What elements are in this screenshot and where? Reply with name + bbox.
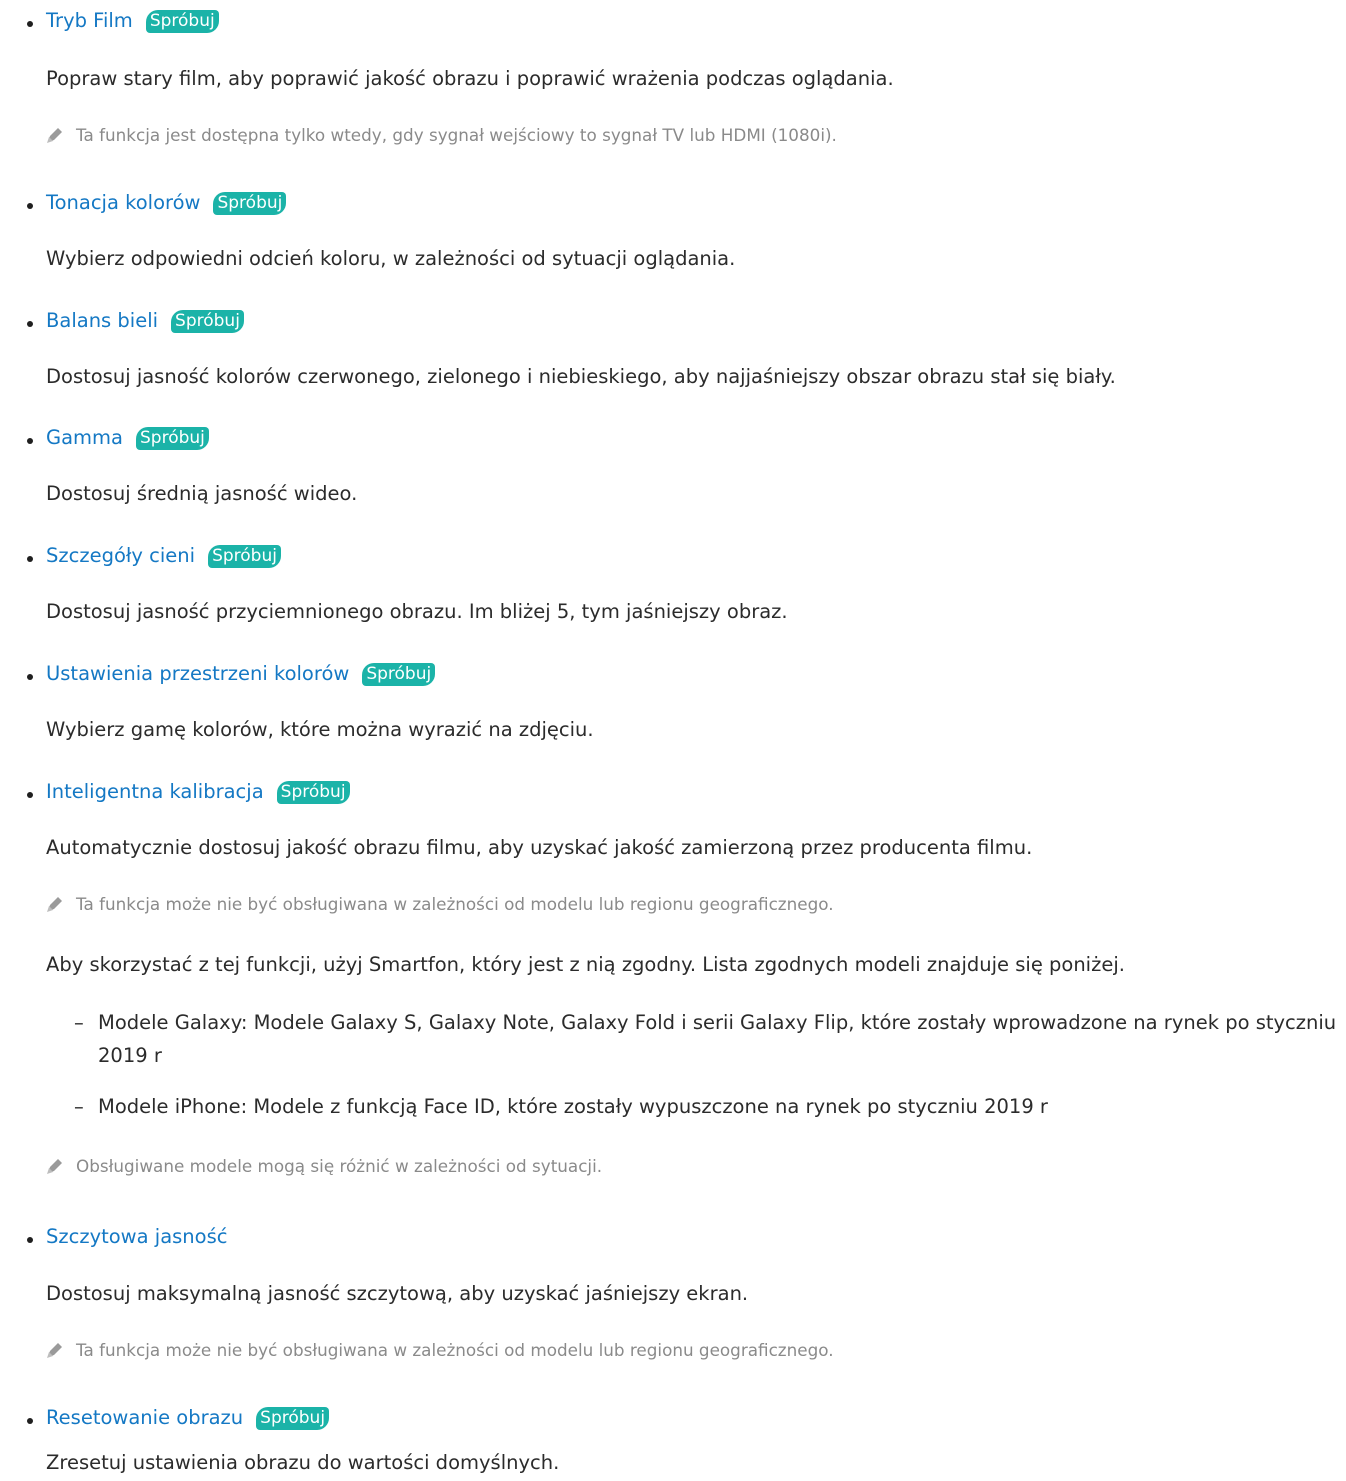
item-title-gamma[interactable]: Gamma Spróbuj xyxy=(46,425,209,451)
item-title-text: Balans bieli xyxy=(46,309,159,332)
item-title-text: Resetowanie obrazu xyxy=(46,1406,244,1429)
try-button[interactable]: Spróbuj xyxy=(171,309,244,333)
item-title-inteligentna-kalibracja[interactable]: Inteligentna kalibracja Spróbuj xyxy=(46,779,350,805)
item-description: Popraw stary film, aby poprawić jakość o… xyxy=(46,67,894,90)
item-title-text: Tryb Film xyxy=(46,9,133,32)
item-description: Dostosuj maksymalną jasność szczytową, a… xyxy=(46,1282,749,1305)
note: Ta funkcja jest dostępna tylko wtedy, gd… xyxy=(46,124,837,146)
bullet xyxy=(27,556,33,562)
note-text: Obsługiwane modele mogą się różnić w zal… xyxy=(76,1156,603,1176)
item-title-text: Szczegóły cieni xyxy=(46,544,196,567)
item-description: Wybierz odpowiedni odcień koloru, w zale… xyxy=(46,247,736,270)
pencil-note-icon xyxy=(47,128,62,143)
pencil-note-icon xyxy=(47,897,62,912)
item-title-tonacja-kolorow[interactable]: Tonacja kolorów Spróbuj xyxy=(46,190,287,216)
bullet xyxy=(27,321,33,327)
item-title-text: Ustawienia przestrzeni kolorów xyxy=(46,662,350,685)
item-description: Dostosuj średnią jasność wideo. xyxy=(46,482,358,505)
sublist-item: Modele Galaxy: Modele Galaxy S, Galaxy N… xyxy=(98,1011,1337,1067)
bullet xyxy=(27,1237,33,1243)
item-title-text: Inteligentna kalibracja xyxy=(46,780,264,803)
bullet xyxy=(27,203,33,209)
bullet xyxy=(27,1418,33,1424)
item-title-text: Tonacja kolorów xyxy=(46,191,201,214)
item-title-tryb-film[interactable]: Tryb Film Spróbuj xyxy=(46,8,219,34)
note-text: Ta funkcja może nie być obsługiwana w za… xyxy=(76,894,834,914)
dash-marker: – xyxy=(74,1011,84,1034)
item-description: Dostosuj jasność przyciemnionego obrazu.… xyxy=(46,600,788,623)
item-title-szczytowa-jasnosc[interactable]: Szczytowa jasność xyxy=(46,1224,227,1250)
note: Ta funkcja może nie być obsługiwana w za… xyxy=(46,893,834,915)
note-text: Ta funkcja może nie być obsługiwana w za… xyxy=(76,1340,834,1360)
item-title-balans-bieli[interactable]: Balans bieli Spróbuj xyxy=(46,308,244,334)
item-title-text: Szczytowa jasność xyxy=(46,1225,228,1248)
try-button[interactable]: Spróbuj xyxy=(208,544,281,568)
dash-marker: – xyxy=(74,1095,84,1118)
item-title-ustawienia-przestrzeni-kolorow[interactable]: Ustawienia przestrzeni kolorów Spróbuj xyxy=(46,661,436,687)
try-button[interactable]: Spróbuj xyxy=(145,9,219,33)
pencil-note-icon xyxy=(47,1343,62,1358)
try-button[interactable]: Spróbuj xyxy=(136,426,209,450)
bullet xyxy=(27,674,33,680)
item-description: Zresetuj ustawienia obrazu do wartości d… xyxy=(46,1451,560,1474)
try-button[interactable]: Spróbuj xyxy=(213,191,287,215)
item-description: Automatycznie dostosuj jakość obrazu fil… xyxy=(46,836,1033,859)
item-title-szczegoly-cieni[interactable]: Szczegóły cieni Spróbuj xyxy=(46,543,281,569)
item-description: Wybierz gamę kolorów, które można wyrazi… xyxy=(46,718,594,741)
bullet xyxy=(27,792,33,798)
try-button[interactable]: Spróbuj xyxy=(256,1406,330,1430)
note: Obsługiwane modele mogą się różnić w zal… xyxy=(46,1155,602,1177)
pencil-note-icon xyxy=(47,1159,62,1174)
item-title-text: Gamma xyxy=(46,426,124,449)
note-text: Ta funkcja jest dostępna tylko wtedy, gd… xyxy=(76,125,837,145)
item-title-resetowanie-obrazu[interactable]: Resetowanie obrazu Spróbuj xyxy=(46,1405,330,1431)
sublist-item: Modele iPhone: Modele z funkcją Face ID,… xyxy=(98,1095,1048,1118)
bullet xyxy=(27,21,33,27)
item-extra-text: Aby skorzystać z tej funkcji, użyj Smart… xyxy=(46,953,1125,976)
item-description: Dostosuj jasność kolorów czerwonego, zie… xyxy=(46,365,1116,388)
try-button[interactable]: Spróbuj xyxy=(362,662,436,686)
bullet xyxy=(27,438,33,444)
try-button[interactable]: Spróbuj xyxy=(276,780,350,804)
note: Ta funkcja może nie być obsługiwana w za… xyxy=(46,1339,834,1361)
